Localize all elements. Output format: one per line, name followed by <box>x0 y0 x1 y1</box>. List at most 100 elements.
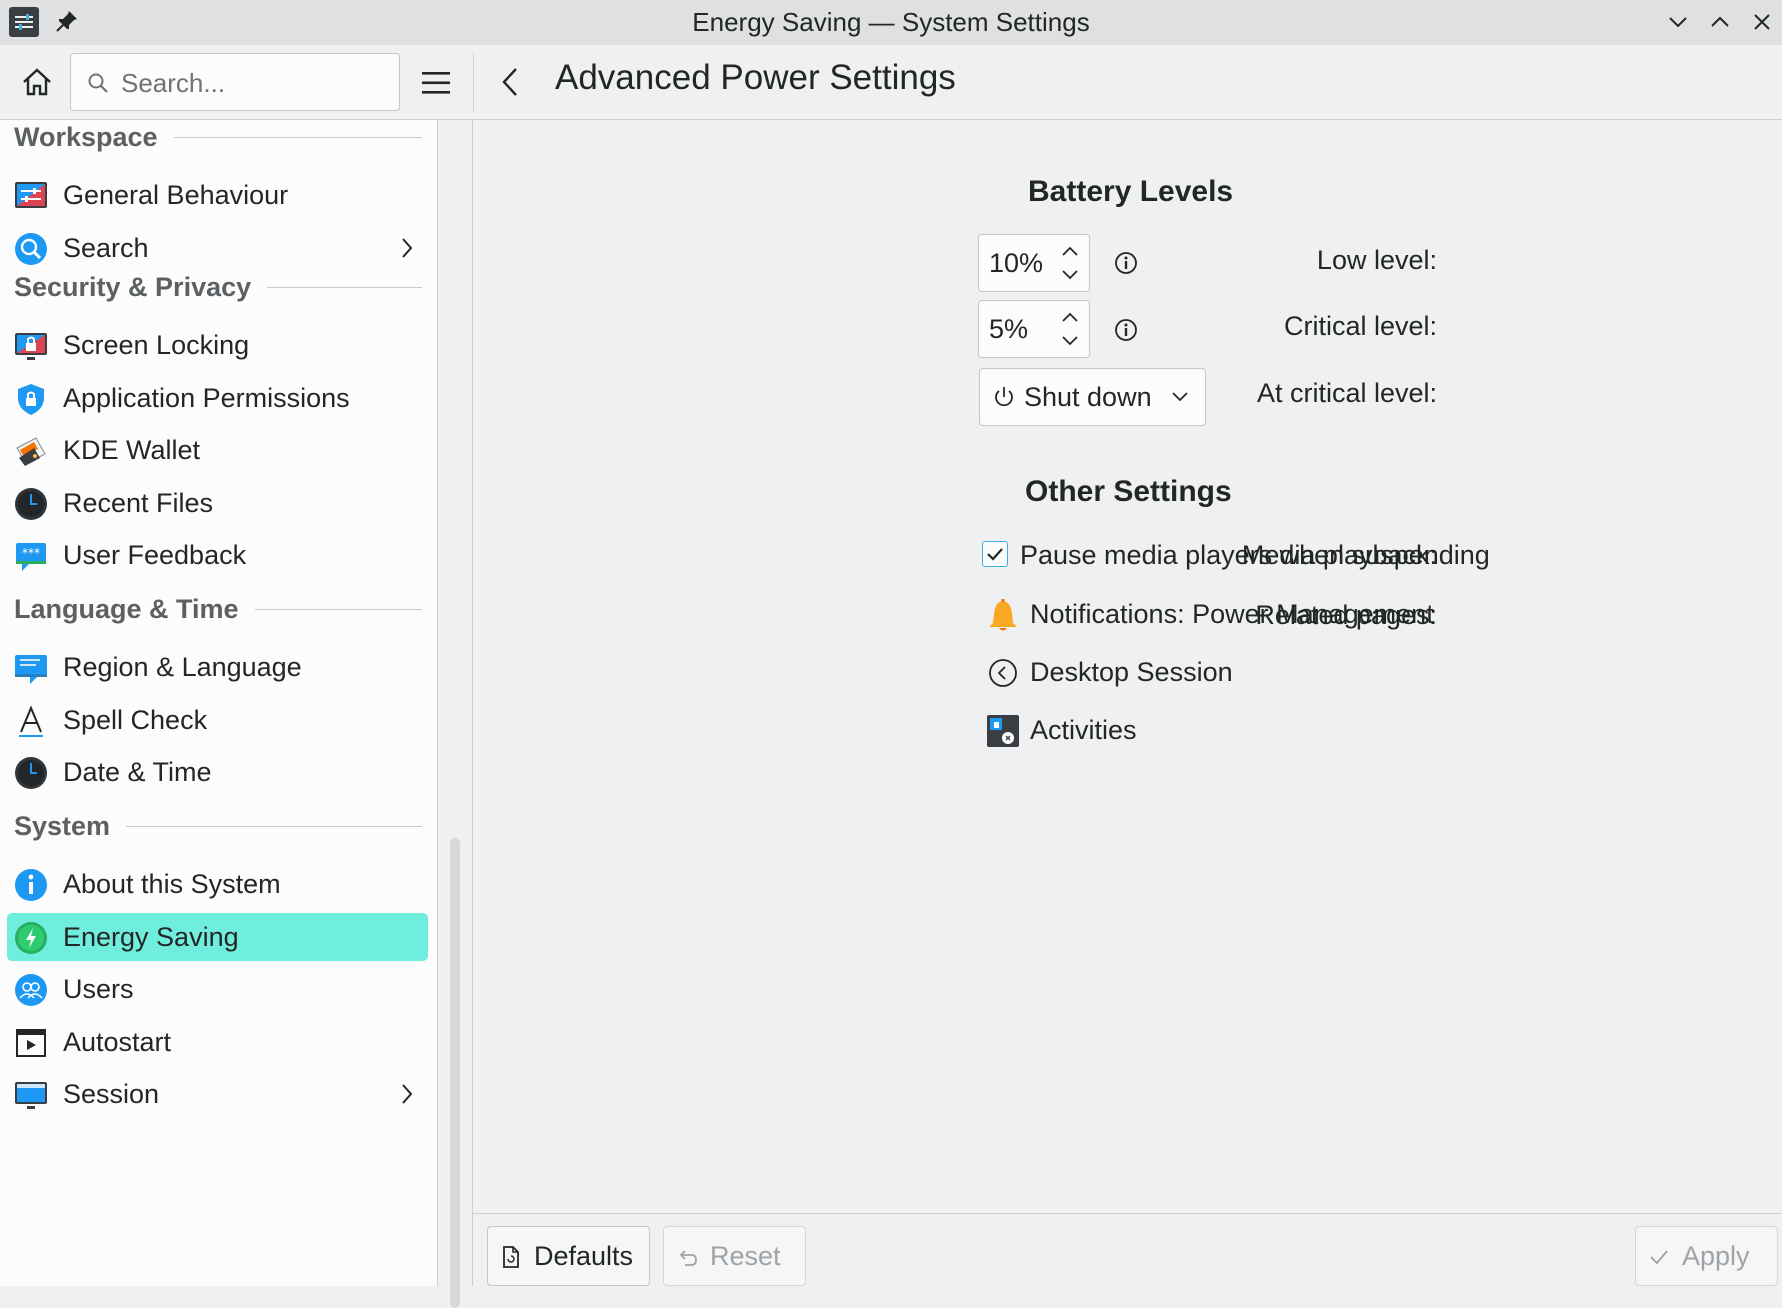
pause-media-checkbox[interactable] <box>982 541 1008 567</box>
general-behaviour-icon <box>14 179 48 213</box>
title-bar: Energy Saving — System Settings <box>0 0 1782 46</box>
sidebar-item-recent-files[interactable]: Recent Files <box>7 479 428 527</box>
spin-arrows-icon[interactable] <box>1059 310 1081 348</box>
sidebar-item-about-this-system[interactable]: About this System <box>7 860 428 908</box>
power-icon <box>993 385 1015 409</box>
low-level-spinbox[interactable]: 10% <box>978 234 1090 292</box>
section-header-security-privacy: Security & Privacy <box>14 272 422 303</box>
page-title: Advanced Power Settings <box>555 58 956 97</box>
search-field[interactable] <box>70 53 400 112</box>
region-icon <box>14 651 48 685</box>
critical-action-value: Shut down <box>1024 382 1152 412</box>
sidebar-item-user-feedback[interactable]: *** User Feedback <box>7 531 428 579</box>
sidebar-item-general-behaviour[interactable]: General Behaviour <box>7 171 428 219</box>
hamburger-menu-icon[interactable] <box>420 69 452 97</box>
document-defaults-icon <box>501 1246 521 1268</box>
screen-locking-icon <box>14 329 48 363</box>
sidebar-item-label: Autostart <box>63 1027 172 1057</box>
section-header-system: System <box>14 811 422 842</box>
clock-icon <box>14 756 48 790</box>
low-level-value: 10% <box>989 248 1044 278</box>
users-icon <box>14 973 48 1007</box>
search-icon <box>87 72 109 94</box>
autostart-icon <box>14 1026 48 1060</box>
wallet-icon <box>14 434 48 468</box>
sidebar-item-label: KDE Wallet <box>63 435 201 465</box>
sidebar-scrollbar[interactable] <box>437 120 473 1308</box>
at-critical-level-label: At critical level: <box>1256 378 1437 408</box>
sidebar-item-label: Users <box>63 974 134 1004</box>
sidebar-item-label: Energy Saving <box>63 922 239 952</box>
chevron-right-icon <box>400 237 414 259</box>
battery-levels-heading: Battery Levels <box>1028 175 1234 208</box>
feedback-icon: *** <box>14 539 48 573</box>
info-icon <box>14 868 48 902</box>
sidebar-item-label: Spell Check <box>63 705 208 735</box>
sidebar-item-autostart[interactable]: Autostart <box>7 1018 428 1066</box>
related-link-label: Activities <box>1030 715 1137 745</box>
info-icon[interactable] <box>1113 250 1139 276</box>
undo-icon <box>677 1246 697 1268</box>
clock-icon <box>14 487 48 521</box>
search-icon <box>14 232 48 266</box>
related-link-label: Notifications: Power Management <box>1030 599 1434 629</box>
defaults-button[interactable]: Defaults <box>487 1226 650 1286</box>
shield-icon <box>14 382 48 416</box>
session-icon <box>14 1078 48 1112</box>
activities-icon <box>986 714 1020 748</box>
spin-arrows-icon[interactable] <box>1059 244 1081 282</box>
sidebar-item-label: Recent Files <box>63 488 214 518</box>
bell-icon <box>986 598 1020 632</box>
pause-media-label[interactable]: Pause media players when suspending <box>1020 540 1490 571</box>
toolbar-separator <box>473 53 474 111</box>
sidebar-item-search[interactable]: Search <box>7 224 428 272</box>
sidebar-item-session[interactable]: Session <box>7 1070 428 1118</box>
chevron-right-icon <box>400 1083 414 1105</box>
sidebar-item-application-permissions[interactable]: Application Permissions <box>7 374 428 422</box>
sidebar-item-region-language[interactable]: Region & Language <box>7 643 428 691</box>
sidebar-item-users[interactable]: Users <box>7 965 428 1013</box>
toolbar: Advanced Power Settings <box>0 45 1782 120</box>
sidebar-item-kde-wallet[interactable]: KDE Wallet <box>7 426 428 474</box>
scrollbar-thumb[interactable] <box>450 838 460 1308</box>
critical-action-dropdown[interactable]: Shut down <box>979 368 1206 426</box>
sidebar-item-label: User Feedback <box>63 540 247 570</box>
content-area: Battery Levels Low level: 10% Critical l… <box>473 120 1782 1213</box>
sidebar-item-label: General Behaviour <box>63 180 289 210</box>
sidebar-item-spell-check[interactable]: Spell Check <box>7 696 428 744</box>
critical-level-value: 5% <box>989 314 1029 344</box>
apply-button[interactable]: Apply <box>1635 1226 1778 1286</box>
reset-button[interactable]: Reset <box>663 1226 806 1286</box>
close-icon[interactable] <box>1750 10 1774 34</box>
reset-label: Reset <box>710 1241 781 1271</box>
sidebar-item-screen-locking[interactable]: Screen Locking <box>7 321 428 369</box>
apply-label: Apply <box>1682 1241 1750 1271</box>
related-link-label: Desktop Session <box>1030 657 1233 687</box>
info-icon[interactable] <box>1113 317 1139 343</box>
search-input[interactable] <box>119 54 393 112</box>
spell-check-icon <box>14 704 48 738</box>
home-icon[interactable] <box>20 65 54 99</box>
defaults-label: Defaults <box>534 1241 634 1271</box>
sidebar-item-label: Region & Language <box>63 652 302 682</box>
energy-icon <box>14 921 48 955</box>
sidebar-item-label: About this System <box>63 869 281 899</box>
sidebar-item-date-time[interactable]: Date & Time <box>7 748 428 796</box>
low-level-label: Low level: <box>1316 245 1437 275</box>
sidebar-item-label: Search <box>63 233 149 263</box>
critical-level-spinbox[interactable]: 5% <box>978 300 1090 358</box>
sidebar-item-energy-saving[interactable]: Energy Saving <box>7 913 428 961</box>
section-header-workspace: Workspace <box>14 122 422 153</box>
sidebar-item-label: Session <box>63 1079 160 1109</box>
back-arrow-icon[interactable] <box>496 65 526 99</box>
other-settings-heading: Other Settings <box>1025 475 1232 508</box>
sidebar-item-label: Date & Time <box>63 757 212 787</box>
maximize-icon[interactable] <box>1708 10 1732 34</box>
window-title: Energy Saving — System Settings <box>692 7 1090 37</box>
footer-bar: Defaults Reset Apply <box>473 1213 1782 1286</box>
check-icon <box>1649 1246 1669 1268</box>
desktop-session-icon <box>986 656 1020 690</box>
minimize-icon[interactable] <box>1666 10 1690 34</box>
sidebar-item-label: Screen Locking <box>63 330 250 360</box>
sidebar-item-label: Application Permissions <box>63 383 350 413</box>
